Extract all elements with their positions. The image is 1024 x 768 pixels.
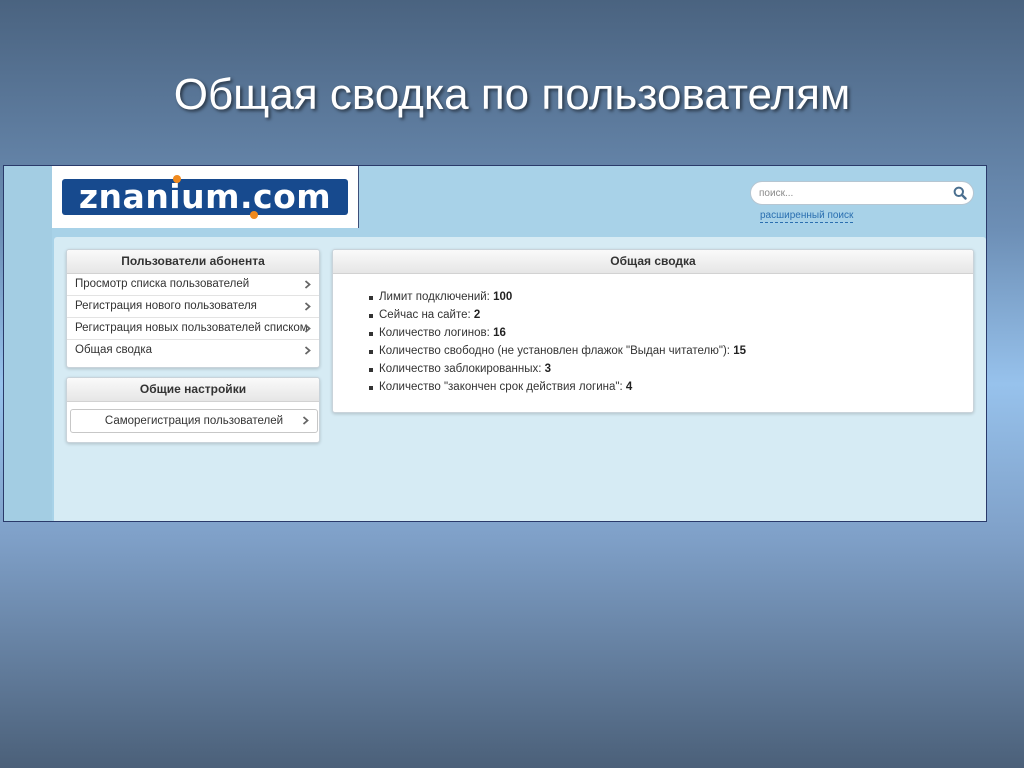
- menu-item-user-list[interactable]: Просмотр списка пользователей: [67, 274, 319, 296]
- self-registration-button[interactable]: Саморегистрация пользователей: [70, 409, 318, 433]
- logo-text: znanium.com: [78, 177, 332, 216]
- search-input[interactable]: [759, 185, 949, 201]
- self-registration-label: Саморегистрация пользователей: [104, 415, 284, 427]
- content-area: Пользователи абонента Просмотр списка по…: [54, 237, 986, 521]
- search-icon[interactable]: [953, 186, 967, 200]
- stat-online-now: Сейчас на сайте: 2: [369, 306, 973, 324]
- menu-item-summary[interactable]: Общая сводка: [67, 340, 319, 361]
- slide-title: Общая сводка по пользователям: [173, 70, 851, 119]
- stat-logins-count: Количество логинов: 16: [369, 324, 973, 342]
- menu-item-label: Общая сводка: [75, 344, 153, 356]
- logo-area: znanium.com: [52, 166, 359, 228]
- chevron-right-icon: [304, 324, 311, 333]
- stat-expired-count: Количество "закончен срок действия логин…: [369, 378, 973, 396]
- stat-blocked-count: Количество заблокированных: 3: [369, 360, 973, 378]
- site-logo[interactable]: znanium.com: [62, 175, 348, 219]
- users-menu: Просмотр списка пользователей Регистраци…: [67, 274, 319, 361]
- app-screenshot: znanium.com расширенный поиск Пользовате…: [3, 165, 987, 522]
- users-panel: Пользователи абонента Просмотр списка по…: [66, 249, 320, 368]
- stat-connection-limit: Лимит подключений: 100: [369, 288, 973, 306]
- settings-panel: Общие настройки Саморегистрация пользова…: [66, 377, 320, 443]
- logo-dot-bottom: [250, 211, 258, 219]
- chevron-right-icon: [304, 302, 311, 311]
- summary-panel: Общая сводка Лимит подключений: 100 Сейч…: [332, 249, 974, 413]
- menu-item-label: Просмотр списка пользователей: [75, 278, 250, 290]
- summary-list: Лимит подключений: 100 Сейчас на сайте: …: [333, 274, 973, 396]
- advanced-search-link[interactable]: расширенный поиск: [760, 210, 854, 223]
- chevron-right-icon: [302, 416, 309, 425]
- menu-item-label: Регистрация новых пользователей списком: [75, 322, 308, 334]
- summary-panel-title: Общая сводка: [333, 250, 973, 274]
- menu-item-register-list[interactable]: Регистрация новых пользователей списком: [67, 318, 319, 340]
- menu-item-register-user[interactable]: Регистрация нового пользователя: [67, 296, 319, 318]
- menu-item-label: Регистрация нового пользователя: [75, 300, 257, 312]
- logo-dot-top: [173, 175, 181, 183]
- stat-free-count: Количество свободно (не установлен флажо…: [369, 342, 973, 360]
- chevron-right-icon: [304, 280, 311, 289]
- left-strip: [4, 166, 52, 521]
- users-panel-title: Пользователи абонента: [67, 250, 319, 274]
- search-box: [750, 181, 974, 205]
- chevron-right-icon: [304, 346, 311, 355]
- settings-panel-title: Общие настройки: [67, 378, 319, 402]
